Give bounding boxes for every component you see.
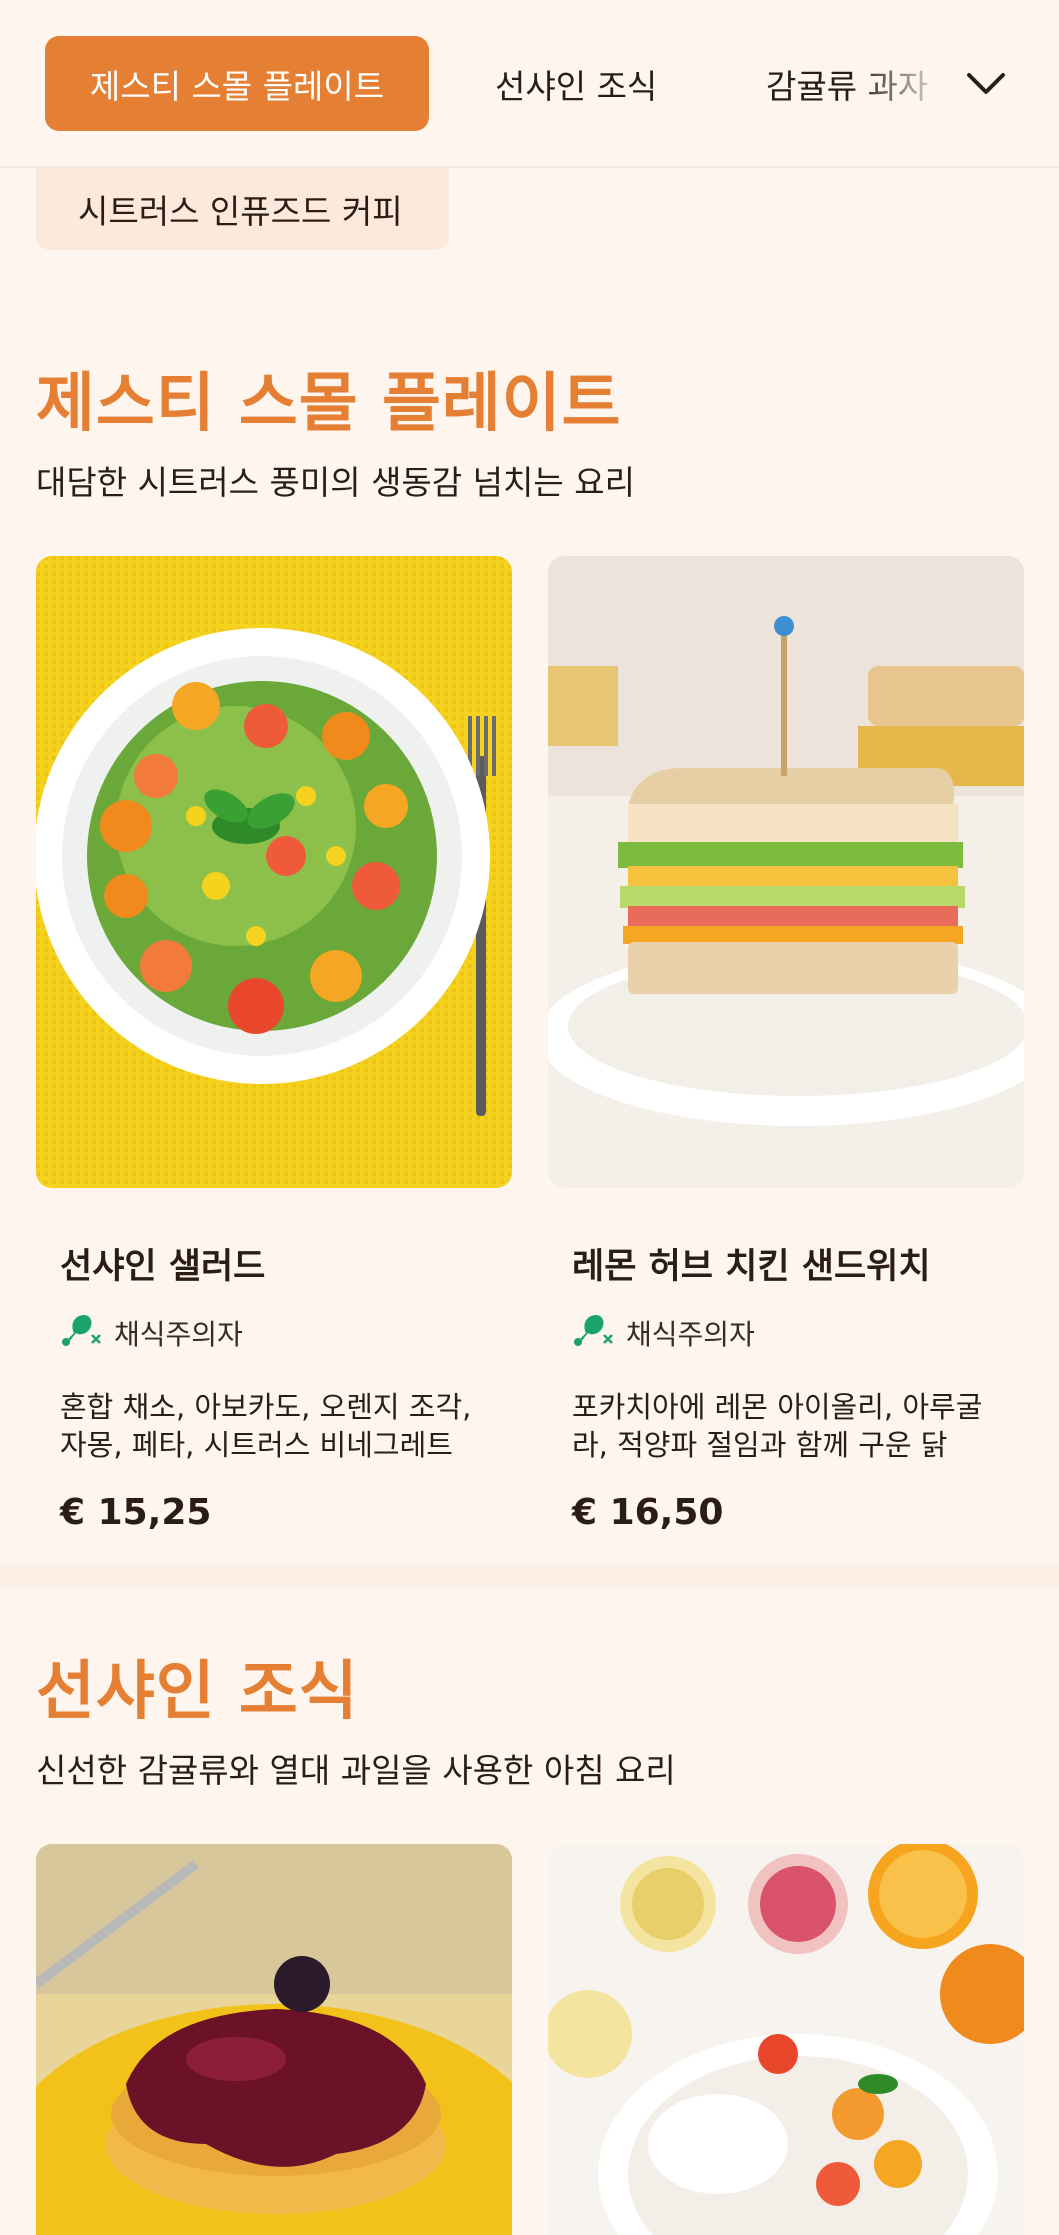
item-description: 포카치아에 레몬 아이올리, 아루굴라, 적양파 절임과 함께 구운 닭고... — [572, 1390, 983, 1462]
dietary-tag: 채식주의자 — [60, 1311, 488, 1354]
tab-sunshine-breakfast[interactable]: 선샤인 조식 — [495, 36, 657, 131]
menu-item-card[interactable] — [36, 1844, 512, 2235]
menu-item-card[interactable]: 선샤인 샐러드 채식주의자 혼합 채소, 아보카도, 오렌지 조각, 자몽, 페… — [36, 556, 512, 1533]
salad-bowl-photo — [36, 556, 512, 1188]
pancake-photo — [36, 1844, 512, 2235]
vegetarian-drumstick-crossed-icon — [572, 1311, 626, 1354]
item-price: € 15,25 — [60, 1492, 212, 1533]
item-name: 레몬 허브 치킨 샌드위치 — [572, 1247, 931, 1287]
tab-citrus-infused-coffee[interactable]: 시트러스 인퓨즈드 커피 — [36, 168, 449, 250]
category-nav: 제스티 스몰 플레이트 선샤인 조식 감귤류 과자 — [0, 0, 1059, 168]
citrus-yogurt-bowl-photo — [548, 1844, 1024, 2235]
item-name: 선샤인 샐러드 — [60, 1247, 266, 1287]
section-subtitle: 신선한 감귤류와 열대 과일을 사용한 아침 요리 — [36, 1751, 676, 1790]
section-divider — [0, 1565, 1059, 1587]
vegetarian-drumstick-crossed-icon — [60, 1311, 114, 1354]
section-title: 제스티 스몰 플레이트 — [36, 367, 622, 441]
menu-item-card[interactable] — [548, 1844, 1024, 2235]
dietary-tag-label: 채식주의자 — [626, 1317, 755, 1351]
item-price: € 16,50 — [572, 1492, 724, 1533]
dietary-tag-label: 채식주의자 — [114, 1317, 243, 1351]
item-description: 혼합 채소, 아보카도, 오렌지 조각, 자몽, 페타, 시트러스 비네그레트 — [60, 1390, 472, 1462]
menu-item-card[interactable]: 레몬 허브 치킨 샌드위치 채식주의자 포카치아에 레몬 아이올리, 아루굴라,… — [548, 556, 1024, 1533]
section-subtitle: 대담한 시트러스 풍미의 생동감 넘치는 요리 — [36, 463, 635, 502]
chevron-down-icon[interactable] — [964, 62, 1008, 106]
tab-fade-overlay — [855, 36, 950, 131]
dietary-tag: 채식주의자 — [572, 1311, 1000, 1354]
section-title: 선샤인 조식 — [36, 1655, 359, 1729]
sandwich-photo — [548, 556, 1024, 1188]
tab-zesty-small-plates[interactable]: 제스티 스몰 플레이트 — [45, 36, 429, 131]
